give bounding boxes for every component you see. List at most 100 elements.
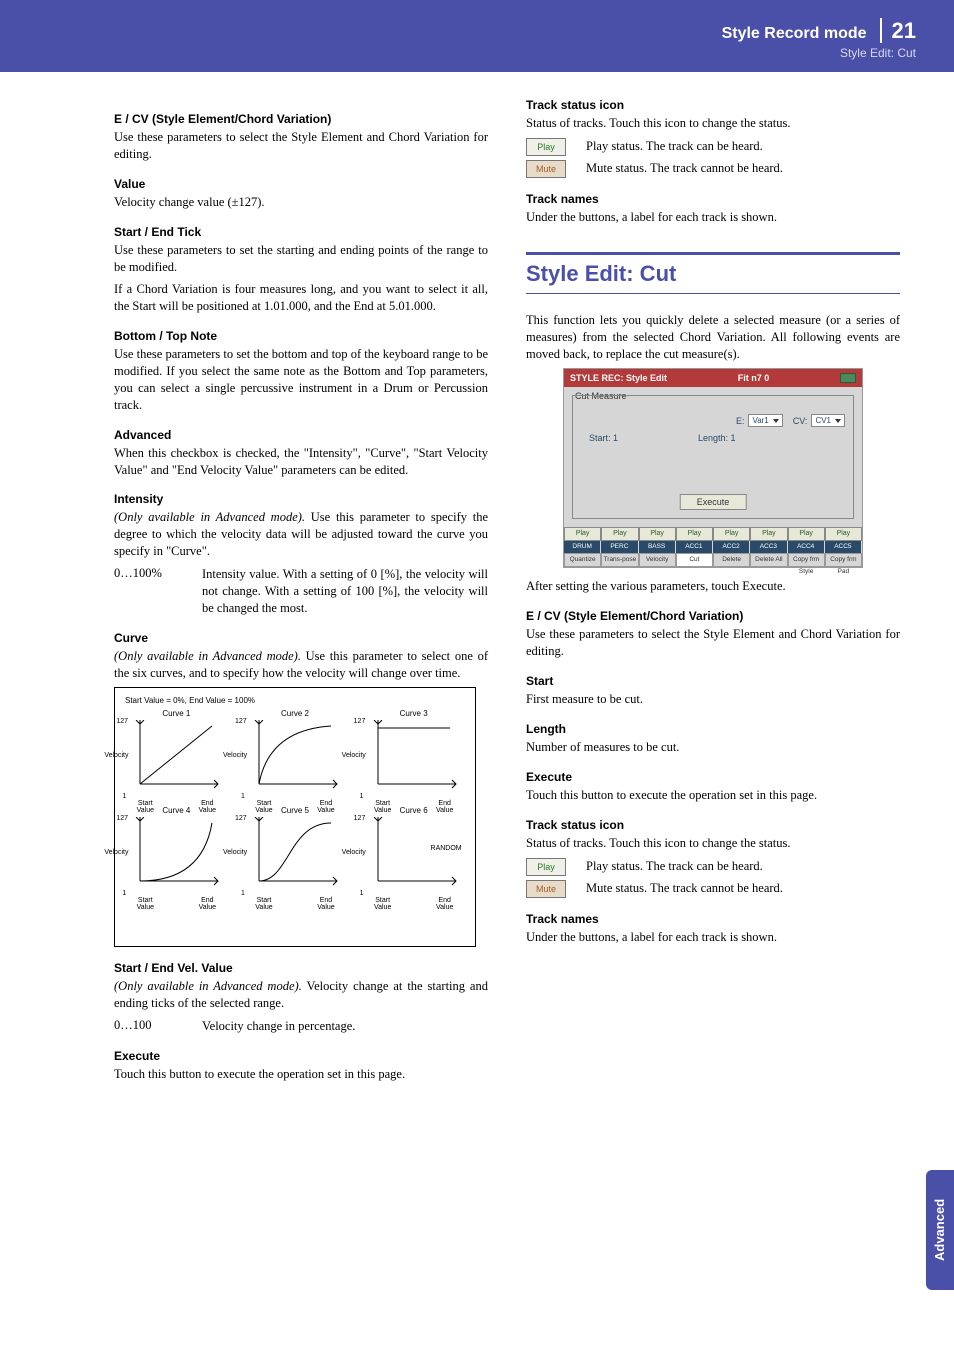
text-adv: When this checkbox is checked, the "Inte… [114,445,488,479]
screenshot-style-edit-cut: STYLE REC: Style Edit Fit n7 0 Cut Measu… [563,368,863,568]
heading-advanced: Advanced [114,428,488,442]
tab-quantize[interactable]: Quantize [564,553,601,567]
heading-curve: Curve [114,631,488,645]
heading-start: Start [526,674,900,688]
heading-track-status-icon: Track status icon [526,98,900,112]
heading-track-names-2: Track names [526,912,900,926]
heading-ecv: E / CV (Style Element/Chord Variation) [114,112,488,126]
track-play-button[interactable]: Play [713,527,750,541]
text-execute-right: Touch this button to execute the operati… [526,787,900,804]
mute-status-desc-2: Mute status. The track cannot be heard. [586,880,783,897]
curve-3: Curve 3 Velocity 127 1 Start Value End V… [362,709,465,798]
header-page-number: 21 [880,18,916,43]
mute-status-button[interactable]: Mute [526,160,566,178]
text-btn: Use these parameters to set the bottom a… [114,346,488,414]
track-label: DRUM [564,541,601,553]
track-label: ACC2 [713,541,750,553]
text-ecv: Use these parameters to select the Style… [114,129,488,163]
text-set2: If a Chord Variation is four measures lo… [114,281,488,315]
play-status-desc: Play status. The track can be heard. [586,138,763,155]
track-play-button[interactable]: Play [639,527,676,541]
heading-start-end-vel: Start / End Vel. Value [114,961,488,975]
text-tsi: Status of tracks. Touch this icon to cha… [526,115,900,132]
track-label: ACC3 [750,541,787,553]
track-label: ACC5 [825,541,862,553]
heading-track-names: Track names [526,192,900,206]
heading-bottom-top-note: Bottom / Top Note [114,329,488,343]
play-status-button-2[interactable]: Play [526,858,566,876]
play-status-desc-2: Play status. The track can be heard. [586,858,763,875]
heading-execute-right: Execute [526,770,900,784]
tab-copy-style[interactable]: Copy frm Style [788,553,825,567]
track-play-button[interactable]: Play [788,527,825,541]
text-tsi-2: Status of tracks. Touch this icon to cha… [526,835,900,852]
tab-copy-pad[interactable]: Copy frm Pad [825,553,862,567]
curves-caption: Start Value = 0%, End Value = 100% [125,696,465,705]
heading-length: Length [526,722,900,736]
curve-6: Curve 6 Velocity 127 1 RANDOM Start Valu… [362,806,465,895]
sev-table: 0…100 Velocity change in percentage. [114,1018,488,1035]
length-field[interactable]: Length: 1 [698,433,736,443]
curve-4: Curve 4 Velocity 127 1 Start Value End V… [125,806,228,895]
track-status-row: Play Play Play Play Play Play Play Play [564,527,862,541]
e-dropdown[interactable]: Var1 [748,414,782,427]
track-play-button[interactable]: Play [676,527,713,541]
track-label: ACC1 [676,541,713,553]
tab-row: Quantize Trans-pose Velocity Cut Delete … [564,553,862,567]
track-play-button[interactable]: Play [564,527,601,541]
left-column: E / CV (Style Element/Chord Variation) U… [114,98,488,1089]
x-end-label: End Value [192,800,222,814]
execute-button[interactable]: Execute [680,494,747,510]
text-intensity: (Only available in Advanced mode). Use t… [114,509,488,560]
text-length: Number of measures to be cut. [526,739,900,756]
sev-range: 0…100 [114,1018,182,1035]
tab-delete[interactable]: Delete [713,553,750,567]
page-header: Style Record mode 21 Style Edit: Cut [0,0,954,72]
cv-dropdown[interactable]: CV1 [811,414,845,427]
text-sev: (Only available in Advanced mode). Veloc… [114,978,488,1012]
play-status-button[interactable]: Play [526,138,566,156]
text-after-exec: After setting the various parameters, to… [526,578,900,595]
track-play-button[interactable]: Play [601,527,638,541]
curves-figure: Start Value = 0%, End Value = 100% Curve… [114,687,476,947]
intensity-desc: Intensity value. With a setting of 0 [%]… [202,566,488,617]
heading-tsi-2: Track status icon [526,818,900,832]
heading-intensity: Intensity [114,492,488,506]
heading-start-end-tick: Start / End Tick [114,225,488,239]
screenshot-titlebar: STYLE REC: Style Edit Fit n7 0 [564,369,862,387]
header-title: Style Record mode [722,25,867,42]
text-set1: Use these parameters to set the starting… [114,242,488,276]
intensity-table: 0…100% Intensity value. With a setting o… [114,566,488,617]
start-field[interactable]: Start: 1 [589,433,618,443]
right-column: Track status icon Status of tracks. Touc… [526,98,900,1089]
text-value: Velocity change value (±127). [114,194,488,211]
section-title-cut: Style Edit: Cut [526,252,900,294]
menu-icon[interactable] [840,373,856,383]
heading-execute-left: Execute [114,1049,488,1063]
heading-value: Value [114,177,488,191]
text-ecv-right: Use these parameters to select the Style… [526,626,900,660]
tab-velocity[interactable]: Velocity [639,553,676,567]
curve-2: Curve 2 Velocity 127 1 Start Value End V… [244,709,347,798]
curve-5: Curve 5 Velocity 127 1 Start Value End V… [244,806,347,895]
track-label: ACC4 [788,541,825,553]
text-execute-left: Touch this button to execute the operati… [114,1066,488,1083]
x-start-label: Start Value [130,800,160,814]
track-label: PERC [601,541,638,553]
header-subtitle: Style Edit: Cut [0,46,916,60]
text-cut-intro: This function lets you quickly delete a … [526,312,900,363]
tab-cut[interactable]: Cut [676,553,713,567]
side-tab-advanced[interactable]: Advanced [926,1170,954,1290]
track-play-button[interactable]: Play [825,527,862,541]
text-curve: (Only available in Advanced mode). Use t… [114,648,488,682]
tab-transpose[interactable]: Trans-pose [601,553,638,567]
track-label-row: DRUM PERC BASS ACC1 ACC2 ACC3 ACC4 ACC5 [564,541,862,553]
curve-1: Curve 1 Velocity 127 1 Start Value End V… [125,709,228,798]
intensity-range: 0…100% [114,566,182,617]
track-label: BASS [639,541,676,553]
tab-delete-all[interactable]: Delete All [750,553,787,567]
track-play-button[interactable]: Play [750,527,787,541]
text-track-names-2: Under the buttons, a label for each trac… [526,929,900,946]
mute-status-button-2[interactable]: Mute [526,880,566,898]
sev-desc: Velocity change in percentage. [202,1018,488,1035]
